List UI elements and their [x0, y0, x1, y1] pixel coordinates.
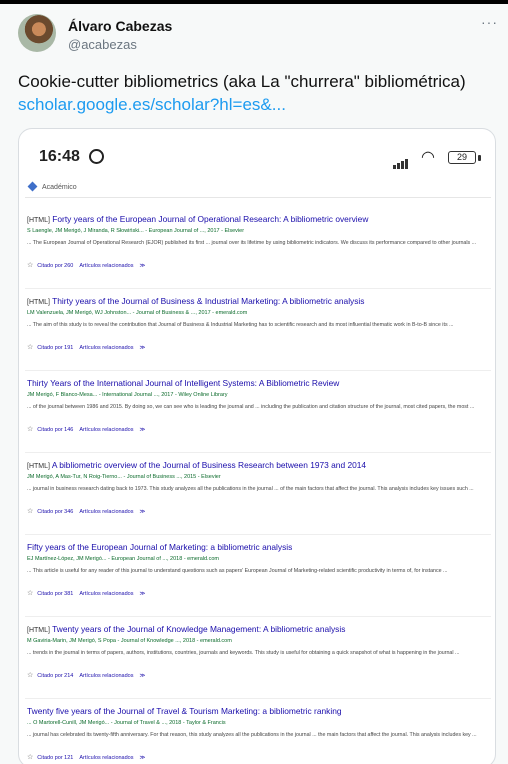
related-link[interactable]: Artículos relacionados — [79, 509, 133, 515]
related-link[interactable]: Artículos relacionados — [79, 591, 133, 597]
result-snippet: ... journal in business research dating … — [27, 486, 474, 492]
cited-by-link[interactable]: Citado por 146 — [37, 427, 73, 433]
result-snippet: ... of the journal between 1986 and 2015… — [27, 404, 475, 410]
results-list: [HTML] Forty years of the European Journ… — [25, 207, 491, 764]
list-item: Twenty five years of the Journal of Trav… — [25, 699, 491, 764]
result-snippet: ... The aim of this study is to reveal t… — [27, 322, 454, 328]
scholar-section[interactable]: Académico — [27, 181, 77, 192]
more-versions-icon[interactable]: ≫ — [140, 263, 146, 269]
list-item: Thirty Years of the International Journa… — [25, 371, 491, 453]
star-icon[interactable]: ☆ — [27, 262, 33, 269]
result-title-text[interactable]: Twenty years of the Journal of Knowledge… — [52, 624, 345, 634]
cited-by-link[interactable]: Citado por 121 — [37, 755, 73, 761]
result-title[interactable]: Fifty years of the European Journal of M… — [27, 541, 489, 553]
result-snippet: ... The European Journal of Operational … — [27, 240, 477, 246]
result-snippet: ... trends in the journal in terms of pa… — [27, 650, 460, 656]
more-versions-icon[interactable]: ≫ — [140, 755, 146, 761]
battery-tip — [478, 155, 481, 161]
result-links: ☆ Citado por 381 Artículos relacionados ≫ — [27, 589, 489, 598]
more-options-icon[interactable]: ··· — [481, 14, 498, 30]
divider — [25, 197, 491, 198]
result-meta: JM Merigó, A Mas-Tur, N Roig-Tierno... -… — [27, 474, 221, 480]
list-item: [HTML] Forty years of the European Journ… — [25, 207, 491, 289]
result-meta: ... O Martorell-Cunill, JM Merigó... - J… — [27, 720, 226, 726]
result-title-text[interactable]: A bibliometric overview of the Journal o… — [52, 460, 366, 470]
related-link[interactable]: Artículos relacionados — [79, 427, 133, 433]
result-links: ☆ Citado por 214 Artículos relacionados ≫ — [27, 671, 489, 680]
wifi-icon: ◠ — [421, 149, 435, 166]
avatar[interactable] — [18, 14, 56, 52]
result-title[interactable]: [HTML] A bibliometric overview of the Jo… — [27, 459, 489, 471]
result-title[interactable]: [HTML] Twenty years of the Journal of Kn… — [27, 623, 489, 635]
result-title[interactable]: Twenty five years of the Journal of Trav… — [27, 705, 489, 717]
more-versions-icon[interactable]: ≫ — [140, 345, 146, 351]
result-title-text[interactable]: Thirty Years of the International Journa… — [27, 378, 339, 388]
more-versions-icon[interactable]: ≫ — [140, 509, 146, 515]
list-item: [HTML] Thirty years of the Journal of Bu… — [25, 289, 491, 371]
result-title-text[interactable]: Thirty years of the Journal of Business … — [52, 296, 364, 306]
alarm-icon — [89, 149, 104, 164]
more-versions-icon[interactable]: ≫ — [140, 591, 146, 597]
top-border — [0, 0, 508, 4]
author-handle[interactable]: @acabezas — [68, 37, 137, 52]
star-icon[interactable]: ☆ — [27, 344, 33, 351]
tweet-card: Álvaro Cabezas @acabezas ··· Cookie-cutt… — [0, 0, 508, 764]
result-links: ☆ Citado por 191 Artículos relacionados ≫ — [27, 343, 489, 352]
result-tag: [HTML] — [27, 299, 50, 306]
result-title[interactable]: [HTML] Forty years of the European Journ… — [27, 213, 489, 225]
related-link[interactable]: Artículos relacionados — [79, 673, 133, 679]
related-link[interactable]: Artículos relacionados — [79, 345, 133, 351]
cited-by-link[interactable]: Citado por 191 — [37, 345, 73, 351]
result-tag: [HTML] — [27, 217, 50, 224]
list-item: Fifty years of the European Journal of M… — [25, 535, 491, 617]
star-icon[interactable]: ☆ — [27, 508, 33, 515]
result-title-text[interactable]: Forty years of the European Journal of O… — [52, 214, 368, 224]
cited-by-link[interactable]: Citado por 346 — [37, 509, 73, 515]
section-label: Académico — [42, 184, 77, 191]
cited-by-link[interactable]: Citado por 381 — [37, 591, 73, 597]
result-meta: M Gaviria-Marin, JM Merigó, S Popa - Jou… — [27, 638, 232, 644]
tweet-text: Cookie-cutter bibliometrics (aka La "chu… — [18, 70, 493, 116]
scholar-icon — [27, 181, 38, 192]
author-name[interactable]: Álvaro Cabezas — [68, 18, 172, 34]
screenshot-card[interactable]: 16:48 ◠ 29 Académico [HTML] Forty years … — [18, 128, 496, 764]
more-versions-icon[interactable]: ≫ — [140, 673, 146, 679]
related-link[interactable]: Artículos relacionados — [79, 755, 133, 761]
result-meta: LM Valenzuela, JM Merigó, WJ Johnston...… — [27, 310, 248, 316]
result-snippet: ... This article is useful for any reade… — [27, 568, 448, 574]
phone-status-bar: 16:48 ◠ 29 — [19, 129, 495, 177]
result-meta: EJ Martínez-López, JM Merigó... - Europe… — [27, 556, 219, 562]
result-tag: [HTML] — [27, 463, 50, 470]
battery-icon: 29 — [448, 151, 476, 164]
result-links: ☆ Citado por 346 Artículos relacionados ≫ — [27, 507, 489, 516]
result-title[interactable]: [HTML] Thirty years of the Journal of Bu… — [27, 295, 489, 307]
result-title-text[interactable]: Twenty five years of the Journal of Trav… — [27, 706, 342, 716]
result-snippet: ... journal has celebrated its twenty-fi… — [27, 732, 477, 738]
tweet-link[interactable]: scholar.google.es/scholar?hl=es&... — [18, 95, 286, 114]
cited-by-link[interactable]: Citado por 260 — [37, 263, 73, 269]
result-meta: JM Merigó, F Blanco-Mesa... - Internatio… — [27, 392, 228, 398]
star-icon[interactable]: ☆ — [27, 754, 33, 761]
result-links: ☆ Citado por 121 Artículos relacionados ≫ — [27, 753, 489, 762]
list-item: [HTML] Twenty years of the Journal of Kn… — [25, 617, 491, 699]
result-title-text[interactable]: Fifty years of the European Journal of M… — [27, 542, 292, 552]
result-tag: [HTML] — [27, 627, 50, 634]
star-icon[interactable]: ☆ — [27, 672, 33, 679]
star-icon[interactable]: ☆ — [27, 426, 33, 433]
star-icon[interactable]: ☆ — [27, 590, 33, 597]
list-item: [HTML] A bibliometric overview of the Jo… — [25, 453, 491, 535]
signal-icon — [393, 151, 409, 169]
more-versions-icon[interactable]: ≫ — [140, 427, 146, 433]
tweet-body: Cookie-cutter bibliometrics (aka La "chu… — [18, 72, 466, 91]
result-links: ☆ Citado por 260 Artículos relacionados ≫ — [27, 261, 489, 270]
result-links: ☆ Citado por 146 Artículos relacionados ≫ — [27, 425, 489, 434]
related-link[interactable]: Artículos relacionados — [79, 263, 133, 269]
cited-by-link[interactable]: Citado por 214 — [37, 673, 73, 679]
result-meta: S Laengle, JM Merigó, J Miranda, R Słowi… — [27, 228, 245, 234]
phone-time: 16:48 — [39, 148, 80, 165]
result-title[interactable]: Thirty Years of the International Journa… — [27, 377, 489, 389]
